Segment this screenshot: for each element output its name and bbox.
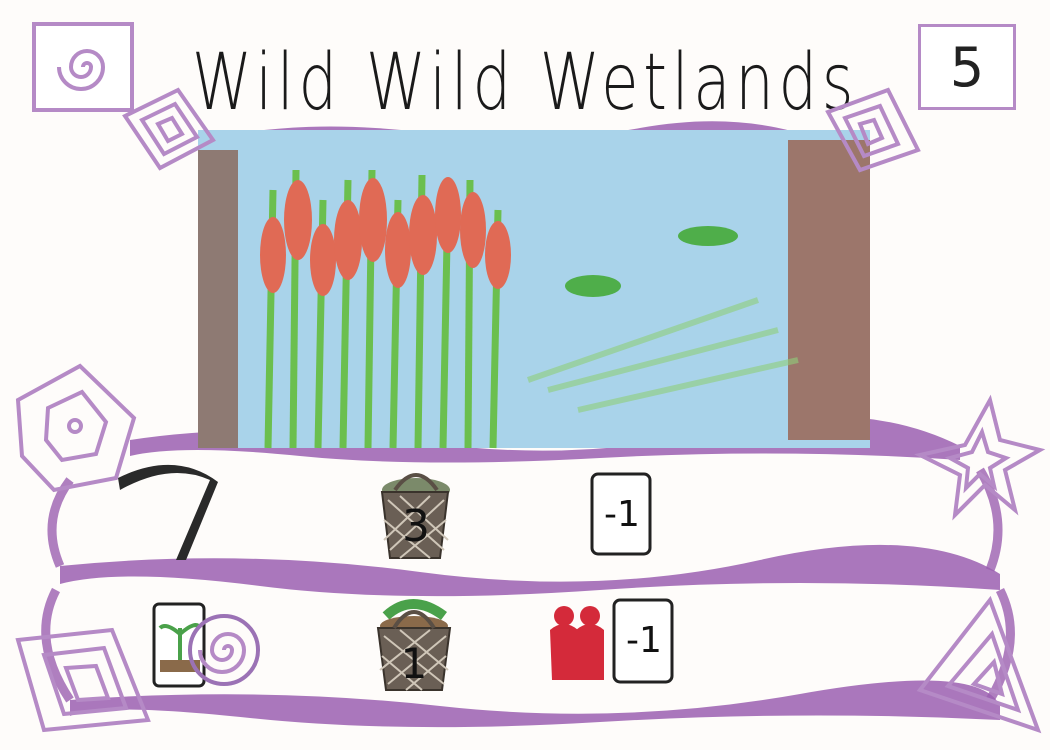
row2-icons	[152, 598, 674, 691]
card-value-row2: -1	[626, 620, 662, 661]
people-icon	[550, 606, 604, 680]
basket-value-row2: 1	[400, 639, 428, 688]
spiral-icon	[188, 614, 260, 686]
game-card: Wild Wild Wetlands 5 3 -1 1 -1	[0, 0, 1050, 750]
seedling-card-icon	[152, 602, 206, 688]
